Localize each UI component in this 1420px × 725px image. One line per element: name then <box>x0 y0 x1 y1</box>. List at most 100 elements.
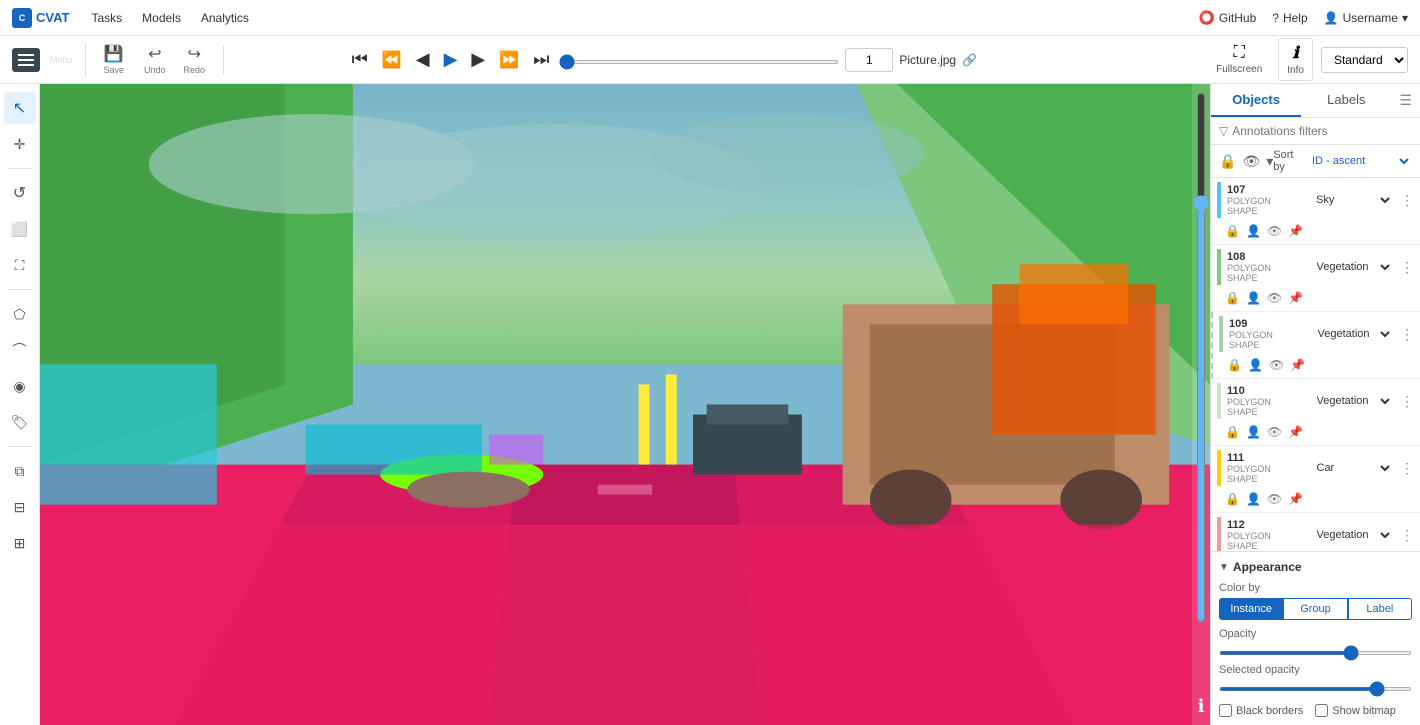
object-info: 108 POLYGON SHAPE <box>1227 251 1304 283</box>
redo-button[interactable]: ↪ Redo <box>178 40 212 79</box>
nav-tasks[interactable]: Tasks <box>89 7 124 29</box>
next-frame-button[interactable]: ▶ <box>467 45 489 74</box>
person-icon[interactable]: 👤 <box>1244 490 1263 508</box>
sort-select[interactable]: ID - ascent ID - descent Updated - ascen… <box>1308 154 1412 168</box>
group-tool[interactable]: ⊞ <box>4 527 36 559</box>
menu-button[interactable] <box>12 48 40 72</box>
nav-models[interactable]: Models <box>140 7 183 29</box>
color-by-group-button[interactable]: Group <box>1283 598 1347 620</box>
object-label-select[interactable]: Vegetation Sky <box>1309 324 1395 344</box>
black-borders-checkbox[interactable] <box>1219 704 1232 717</box>
visibility-icon[interactable]: 👁 <box>1265 289 1284 307</box>
object-actions: 🔒 👤 👁 📌 <box>1211 488 1420 512</box>
play-button[interactable]: ▶ <box>440 45 462 74</box>
brightness-info-icon[interactable]: ℹ <box>1198 696 1205 717</box>
pin-icon[interactable]: 📌 <box>1288 356 1307 374</box>
person-icon[interactable]: 👤 <box>1246 356 1265 374</box>
lock-icon[interactable]: 🔒 <box>1223 289 1242 307</box>
split-tool[interactable]: ⊟ <box>4 491 36 523</box>
zoom-tool[interactable]: ⛶ <box>4 249 36 281</box>
frame-slider[interactable] <box>559 60 839 64</box>
opacity-slider[interactable] <box>1219 651 1412 655</box>
info-button[interactable]: ℹ Info <box>1278 38 1313 81</box>
brightness-slider[interactable] <box>1197 92 1205 623</box>
show-bitmap-label: Show bitmap <box>1332 705 1396 717</box>
visibility-icon[interactable]: 👁 <box>1265 490 1284 508</box>
object-more-button[interactable]: ⋮ <box>1400 326 1414 343</box>
merge-tool[interactable]: ⧉ <box>4 455 36 487</box>
last-frame-button[interactable]: ⏭ <box>529 45 553 74</box>
object-color-indicator <box>1219 316 1223 352</box>
tab-objects[interactable]: Objects <box>1211 84 1301 117</box>
person-icon[interactable]: 👤 <box>1244 289 1263 307</box>
list-item: 109 POLYGON SHAPE Vegetation Sky ⋮ 🔒 👤 👁… <box>1211 312 1420 379</box>
object-info: 109 POLYGON SHAPE <box>1229 318 1305 350</box>
prev-multi-frame-button[interactable]: ⏪ <box>378 46 406 74</box>
appearance-header[interactable]: ▼ Appearance <box>1219 560 1412 574</box>
move-tool[interactable]: ✛ <box>4 128 36 160</box>
draw-polygon-tool[interactable]: ⬠ <box>4 298 36 330</box>
prev-frame-button[interactable]: ◀ <box>412 45 434 74</box>
object-label-select[interactable]: Vegetation Sky Car <box>1308 257 1395 277</box>
pin-icon[interactable]: 📌 <box>1286 423 1305 441</box>
frame-input[interactable]: 1 <box>845 48 893 72</box>
person-icon[interactable]: 👤 <box>1244 423 1263 441</box>
github-link[interactable]: ⭕ GitHub <box>1199 10 1257 26</box>
pin-icon[interactable]: 📌 <box>1286 289 1305 307</box>
toolbar: Menu 💾 Save ↩ Undo ↪ Redo ⏮ ⏪ ◀ ▶ ▶ ⏩ ⏭ … <box>0 36 1420 84</box>
selected-opacity-slider[interactable] <box>1219 687 1412 691</box>
object-label-select[interactable]: Vegetation <box>1308 391 1395 411</box>
object-more-button[interactable]: ⋮ <box>1400 393 1414 410</box>
show-bitmap-checkbox[interactable] <box>1315 704 1328 717</box>
next-multi-frame-button[interactable]: ⏩ <box>495 46 523 74</box>
draw-curve-tool[interactable]: ⌒ <box>4 334 36 366</box>
object-more-button[interactable]: ⋮ <box>1400 527 1414 544</box>
save-button[interactable]: 💾 Save <box>98 40 131 79</box>
fit-tool[interactable]: ⬜ <box>4 213 36 245</box>
visibility-icon[interactable]: 👁 <box>1265 423 1284 441</box>
user-menu[interactable]: 👤 Username ▾ <box>1324 11 1408 25</box>
canvas-area[interactable]: ℹ <box>40 84 1210 725</box>
lock-icon[interactable]: 🔒 <box>1223 222 1242 240</box>
lock-all-icon[interactable]: 🔒 <box>1219 153 1236 170</box>
lock-icon[interactable]: 🔒 <box>1223 423 1242 441</box>
black-borders-checkbox-label[interactable]: Black borders <box>1219 704 1303 717</box>
nav-analytics[interactable]: Analytics <box>199 7 251 29</box>
logo[interactable]: C CVAT <box>12 8 69 28</box>
visibility-icon[interactable]: 👁 <box>1267 356 1286 374</box>
undo-redo-group: ↩ Undo ↪ Redo <box>138 40 211 79</box>
undo-button[interactable]: ↩ Undo <box>138 40 172 79</box>
lock-icon[interactable]: 🔒 <box>1225 356 1244 374</box>
visibility-icon[interactable]: 👁 <box>1265 222 1284 240</box>
object-label-select[interactable]: Vegetation <box>1308 525 1395 545</box>
panel-tabs: Objects Labels ☰ <box>1211 84 1420 118</box>
pin-icon[interactable]: 📌 <box>1286 490 1305 508</box>
object-label-select[interactable]: Car <box>1308 458 1395 478</box>
view-mode-select[interactable]: Standard <box>1321 47 1408 73</box>
first-frame-button[interactable]: ⏮ <box>348 45 372 74</box>
object-more-button[interactable]: ⋮ <box>1400 460 1414 477</box>
color-by-instance-button[interactable]: Instance <box>1219 598 1283 620</box>
draw-point-tool[interactable]: ◉ <box>4 370 36 402</box>
info-icon: ℹ <box>1293 43 1299 63</box>
fullscreen-button[interactable]: ⛶ Fullscreen <box>1208 40 1270 79</box>
object-label-select[interactable]: Sky Vegetation Car Fence Traffic_sign <box>1307 190 1394 210</box>
color-by-label-button[interactable]: Label <box>1348 598 1412 620</box>
expand-all-icon[interactable]: ▾ <box>1266 153 1273 170</box>
help-icon: ? <box>1272 11 1279 25</box>
pin-icon[interactable]: 📌 <box>1286 222 1305 240</box>
tab-labels[interactable]: Labels <box>1301 84 1391 117</box>
eye-all-icon[interactable]: 👁 <box>1242 153 1260 170</box>
object-info: 111 POLYGON SHAPE <box>1227 452 1304 484</box>
panel-settings-button[interactable]: ☰ <box>1391 84 1420 117</box>
help-link[interactable]: ? Help <box>1272 11 1307 25</box>
object-more-button[interactable]: ⋮ <box>1400 259 1414 276</box>
lock-icon[interactable]: 🔒 <box>1223 490 1242 508</box>
annotations-filter-input[interactable] <box>1232 124 1412 138</box>
object-more-button[interactable]: ⋮ <box>1400 192 1414 209</box>
cursor-tool[interactable]: ↖ <box>4 92 36 124</box>
show-bitmap-checkbox-label[interactable]: Show bitmap <box>1315 704 1396 717</box>
person-icon[interactable]: 👤 <box>1244 222 1263 240</box>
tag-tool[interactable]: 🏷 <box>4 406 36 438</box>
rotate-tool[interactable]: ↺ <box>4 177 36 209</box>
